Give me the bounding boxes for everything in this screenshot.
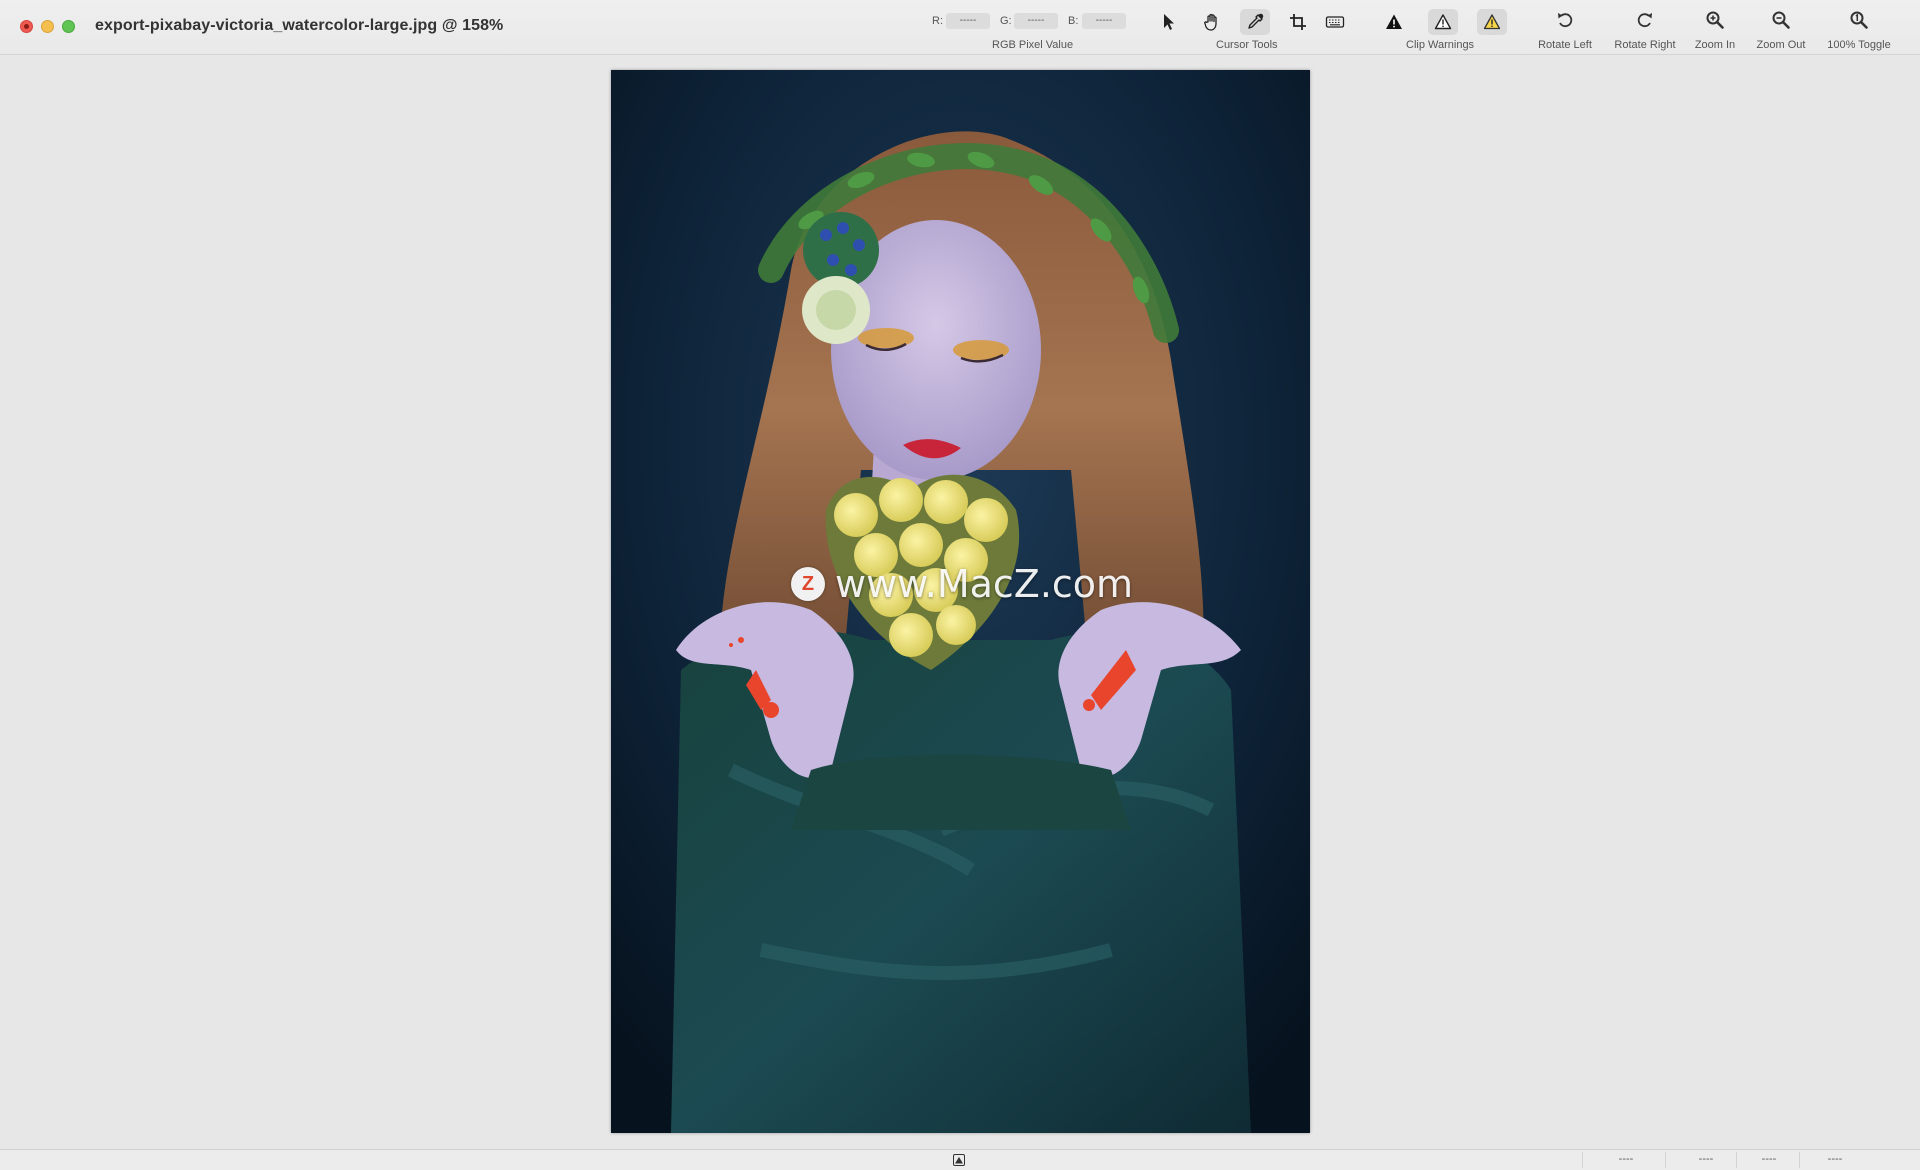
status-bar: ---- ---- ---- ---- — [0, 1149, 1920, 1170]
magnifier-1-icon — [1850, 11, 1868, 29]
status-separator — [1582, 1152, 1583, 1168]
status-cell-2: ---- — [1698, 1153, 1714, 1165]
photo[interactable]: Z www.MacZ.com — [611, 70, 1310, 1133]
viewer-window: export-pixabay-victoria_watercolor-large… — [0, 0, 1920, 1170]
rgb-r-label: R: — [932, 15, 943, 27]
toolbar: export-pixabay-victoria_watercolor-large… — [0, 0, 1920, 55]
status-separator — [1665, 1152, 1666, 1168]
status-cell-3: ---- — [1761, 1153, 1777, 1165]
watermark: Z www.MacZ.com — [791, 562, 1133, 606]
rgb-r-value: ----- — [946, 13, 990, 29]
warning-yellow-icon[interactable] — [1477, 9, 1507, 35]
watermark-text: www.MacZ.com — [835, 562, 1134, 606]
status-separator — [1799, 1152, 1800, 1168]
status-cell-1: ---- — [1618, 1153, 1634, 1165]
rotate-right-label: Rotate Right — [1614, 39, 1676, 51]
rgb-b-label: B: — [1068, 15, 1079, 27]
rotate-left-button[interactable]: Rotate Left — [1533, 10, 1597, 51]
crop-icon[interactable] — [1283, 9, 1313, 35]
actual-size-toggle-button[interactable]: 100% Toggle — [1822, 10, 1896, 51]
close-window-button[interactable] — [20, 20, 33, 33]
eyedropper-icon[interactable] — [1240, 9, 1270, 35]
rgb-b-value: ----- — [1082, 13, 1126, 29]
cursor-tools-caption: Cursor Tools — [1216, 39, 1278, 51]
rgb-g-value: ----- — [1014, 13, 1058, 29]
zoom-in-button[interactable]: Zoom In — [1689, 10, 1741, 51]
window-title: export-pixabay-victoria_watercolor-large… — [95, 17, 504, 34]
status-separator — [1736, 1152, 1737, 1168]
rotate-left-label: Rotate Left — [1538, 39, 1592, 51]
clip-warnings-caption: Clip Warnings — [1406, 39, 1475, 51]
rgb-g-label: G: — [1000, 15, 1012, 27]
arrow-pointer-icon[interactable] — [1154, 9, 1184, 35]
rotate-right-button[interactable]: Rotate Right — [1608, 10, 1682, 51]
zoom-in-icon — [1706, 11, 1724, 29]
zoom-out-icon — [1772, 11, 1790, 29]
image-canvas[interactable]: Z www.MacZ.com — [0, 55, 1920, 1149]
warning-outline-icon[interactable] — [1428, 9, 1458, 35]
rotate-right-icon — [1637, 13, 1652, 28]
actual-size-toggle-label: 100% Toggle — [1827, 39, 1891, 51]
zoom-window-button[interactable] — [62, 20, 75, 33]
watermark-logo-icon: Z — [791, 567, 825, 601]
rotate-left-icon — [1558, 13, 1573, 28]
zoom-in-label: Zoom In — [1694, 39, 1736, 51]
rgb-caption: RGB Pixel Value — [992, 39, 1074, 51]
zoom-out-button[interactable]: Zoom Out — [1751, 10, 1811, 51]
zoom-out-label: Zoom Out — [1756, 39, 1806, 51]
warning-filled-icon[interactable] — [1379, 9, 1409, 35]
status-cell-4: ---- — [1827, 1153, 1843, 1165]
keyboard-icon[interactable] — [1320, 9, 1350, 35]
minimize-window-button[interactable] — [41, 20, 54, 33]
hand-icon[interactable] — [1197, 9, 1227, 35]
image-info-icon[interactable] — [953, 1154, 965, 1166]
